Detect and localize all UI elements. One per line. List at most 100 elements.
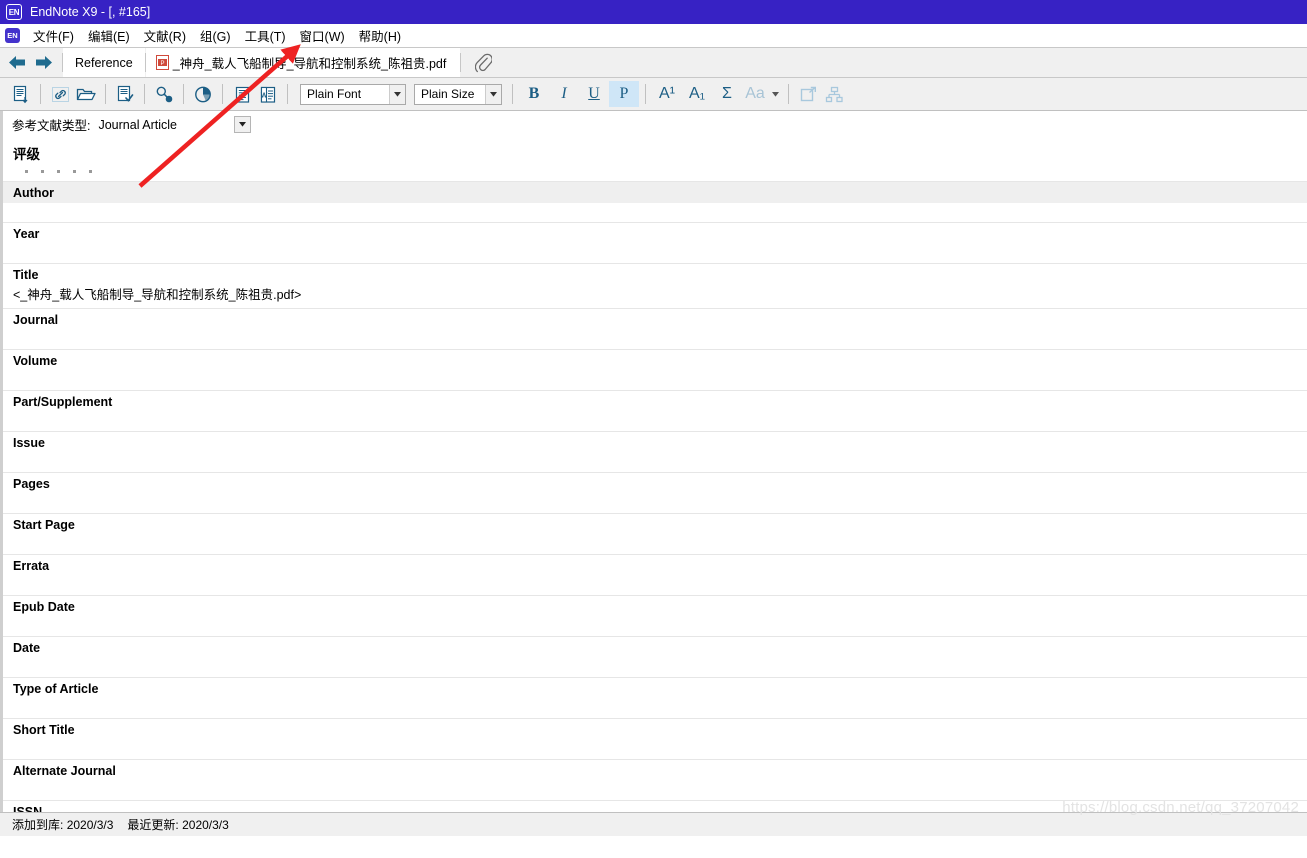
size-combo-chevron-down-icon[interactable] bbox=[485, 84, 501, 104]
italic-button[interactable]: I bbox=[549, 81, 579, 107]
rating-stars[interactable] bbox=[3, 163, 1307, 173]
underline-label: U bbox=[588, 85, 600, 102]
rating-star-5[interactable] bbox=[89, 170, 92, 173]
new-reference-button[interactable] bbox=[8, 81, 34, 107]
reference-field-journal[interactable]: Journal bbox=[3, 308, 1307, 349]
size-combo-value: Plain Size bbox=[421, 87, 475, 101]
chevron-down-icon bbox=[771, 91, 779, 97]
field-label: Author bbox=[13, 186, 54, 200]
window-title: EndNote X9 - [, #165] bbox=[30, 5, 151, 19]
field-value[interactable] bbox=[3, 453, 1307, 472]
toolbar-separator-2 bbox=[105, 84, 106, 104]
field-value[interactable] bbox=[3, 781, 1307, 800]
open-in-new-window-button[interactable] bbox=[795, 81, 821, 107]
field-label: Issue bbox=[13, 436, 45, 450]
field-value[interactable] bbox=[3, 494, 1307, 513]
reference-field-errata[interactable]: Errata bbox=[3, 554, 1307, 595]
rating-star-3[interactable] bbox=[57, 170, 60, 173]
toolbar-separator-1 bbox=[40, 84, 41, 104]
field-value[interactable] bbox=[3, 617, 1307, 636]
hierarchy-tree-button[interactable] bbox=[821, 81, 847, 107]
tab-reference[interactable]: Reference bbox=[63, 48, 145, 77]
reference-field-epub-date[interactable]: Epub Date bbox=[3, 595, 1307, 636]
reference-field-date[interactable]: Date bbox=[3, 636, 1307, 677]
reference-field-start-page[interactable]: Start Page bbox=[3, 513, 1307, 554]
change-case-dropdown[interactable] bbox=[768, 81, 782, 107]
rating-star-4[interactable] bbox=[73, 170, 76, 173]
field-value[interactable] bbox=[3, 535, 1307, 554]
field-value[interactable]: <_神舟_载人飞船制导_导航和控制系统_陈祖贵.pdf> bbox=[3, 285, 1307, 308]
symbol-button[interactable]: Σ bbox=[712, 81, 742, 107]
tab-pdf-document[interactable]: P _神舟_载人飞船制导_导航和控制系统_陈祖贵.pdf bbox=[145, 48, 461, 77]
field-value[interactable] bbox=[3, 576, 1307, 595]
reference-field-pages[interactable]: Pages bbox=[3, 472, 1307, 513]
added-to-library-value: 2020/3/3 bbox=[66, 818, 114, 832]
check-document-icon bbox=[117, 85, 133, 102]
reference-field-part-supplement[interactable]: Part/Supplement bbox=[3, 390, 1307, 431]
svg-text:P: P bbox=[160, 61, 164, 67]
reference-field-issue[interactable]: Issue bbox=[3, 431, 1307, 472]
reference-fields-list: Author Year Title <_神舟_载人飞船制导_导航和控制系统_陈祖贵.p… bbox=[3, 181, 1307, 812]
italic-label: I bbox=[561, 85, 567, 102]
bold-button[interactable]: B bbox=[519, 81, 549, 107]
reference-field-title[interactable]: Title <_神舟_载人飞船制导_导航和控制系统_陈祖贵.pdf> bbox=[3, 263, 1307, 308]
menu-item-edit[interactable]: 编辑(E) bbox=[81, 24, 137, 47]
word-export-button[interactable]: W bbox=[255, 81, 281, 107]
preview-button[interactable] bbox=[229, 81, 255, 107]
rating-label: 评级 bbox=[13, 147, 40, 162]
field-label: Type of Article bbox=[13, 682, 99, 696]
back-arrow-icon[interactable] bbox=[8, 55, 26, 70]
attachment-button[interactable] bbox=[461, 48, 507, 77]
field-value[interactable] bbox=[3, 244, 1307, 263]
field-label: Date bbox=[13, 641, 41, 655]
reference-field-short-title[interactable]: Short Title bbox=[3, 718, 1307, 759]
rating-star-2[interactable] bbox=[41, 170, 44, 173]
status-bar: 添加到库: 2020/3/3 最近更新: 2020/3/3 https://bl… bbox=[0, 799, 1307, 836]
reference-field-volume[interactable]: Volume bbox=[3, 349, 1307, 390]
font-combo-chevron-down-icon[interactable] bbox=[389, 84, 405, 104]
menu-item-window[interactable]: 窗口(W) bbox=[293, 24, 352, 47]
field-label: Part/Supplement bbox=[13, 395, 113, 409]
underline-button[interactable]: U bbox=[579, 81, 609, 107]
field-value[interactable] bbox=[3, 371, 1307, 390]
open-folder-button[interactable] bbox=[73, 81, 99, 107]
reference-field-type-of-article[interactable]: Type of Article bbox=[3, 677, 1307, 718]
link-button[interactable] bbox=[47, 81, 73, 107]
citation-report-button[interactable] bbox=[190, 81, 216, 107]
tab-reference-label: Reference bbox=[75, 55, 133, 70]
menu-item-help[interactable]: 帮助(H) bbox=[352, 24, 408, 47]
symbol-label: Σ bbox=[722, 85, 732, 102]
font-combo[interactable]: Plain Font bbox=[300, 83, 406, 105]
field-value[interactable] bbox=[3, 699, 1307, 718]
toolbar-separator-4 bbox=[183, 84, 184, 104]
menu-item-references[interactable]: 文献(R) bbox=[137, 24, 193, 47]
field-value[interactable] bbox=[3, 203, 1307, 222]
superscript-button[interactable]: A¹ bbox=[652, 81, 682, 107]
new-reference-icon bbox=[13, 85, 27, 103]
reference-type-value[interactable]: Journal Article bbox=[98, 118, 177, 132]
menu-item-file[interactable]: 文件(F) bbox=[26, 24, 81, 47]
check-document-button[interactable] bbox=[112, 81, 138, 107]
field-label: Errata bbox=[13, 559, 50, 573]
change-case-button[interactable]: Aa bbox=[742, 81, 768, 107]
field-value[interactable] bbox=[3, 658, 1307, 677]
menu-item-groups[interactable]: 组(G) bbox=[193, 24, 238, 47]
reference-field-author[interactable]: Author bbox=[3, 181, 1307, 222]
forward-arrow-icon[interactable] bbox=[35, 55, 53, 70]
reference-field-alternate-journal[interactable]: Alternate Journal bbox=[3, 759, 1307, 800]
field-value[interactable] bbox=[3, 330, 1307, 349]
plain-format-button[interactable]: P bbox=[609, 81, 639, 107]
last-updated-status: 最近更新: 2020/3/3 bbox=[127, 816, 228, 833]
toolbar-separator-7 bbox=[512, 84, 513, 104]
subscript-button[interactable]: A₁ bbox=[682, 81, 712, 107]
size-combo[interactable]: Plain Size bbox=[414, 83, 502, 105]
field-value[interactable] bbox=[3, 740, 1307, 759]
reference-field-year[interactable]: Year bbox=[3, 222, 1307, 263]
hierarchy-tree-icon bbox=[825, 86, 843, 102]
find-fulltext-button[interactable] bbox=[151, 81, 177, 107]
reference-field-issn[interactable]: ISSN bbox=[3, 800, 1307, 812]
field-value[interactable] bbox=[3, 412, 1307, 431]
reference-type-chevron-down-icon[interactable] bbox=[234, 116, 251, 133]
menu-item-tools[interactable]: 工具(T) bbox=[238, 24, 293, 47]
rating-star-1[interactable] bbox=[25, 170, 28, 173]
